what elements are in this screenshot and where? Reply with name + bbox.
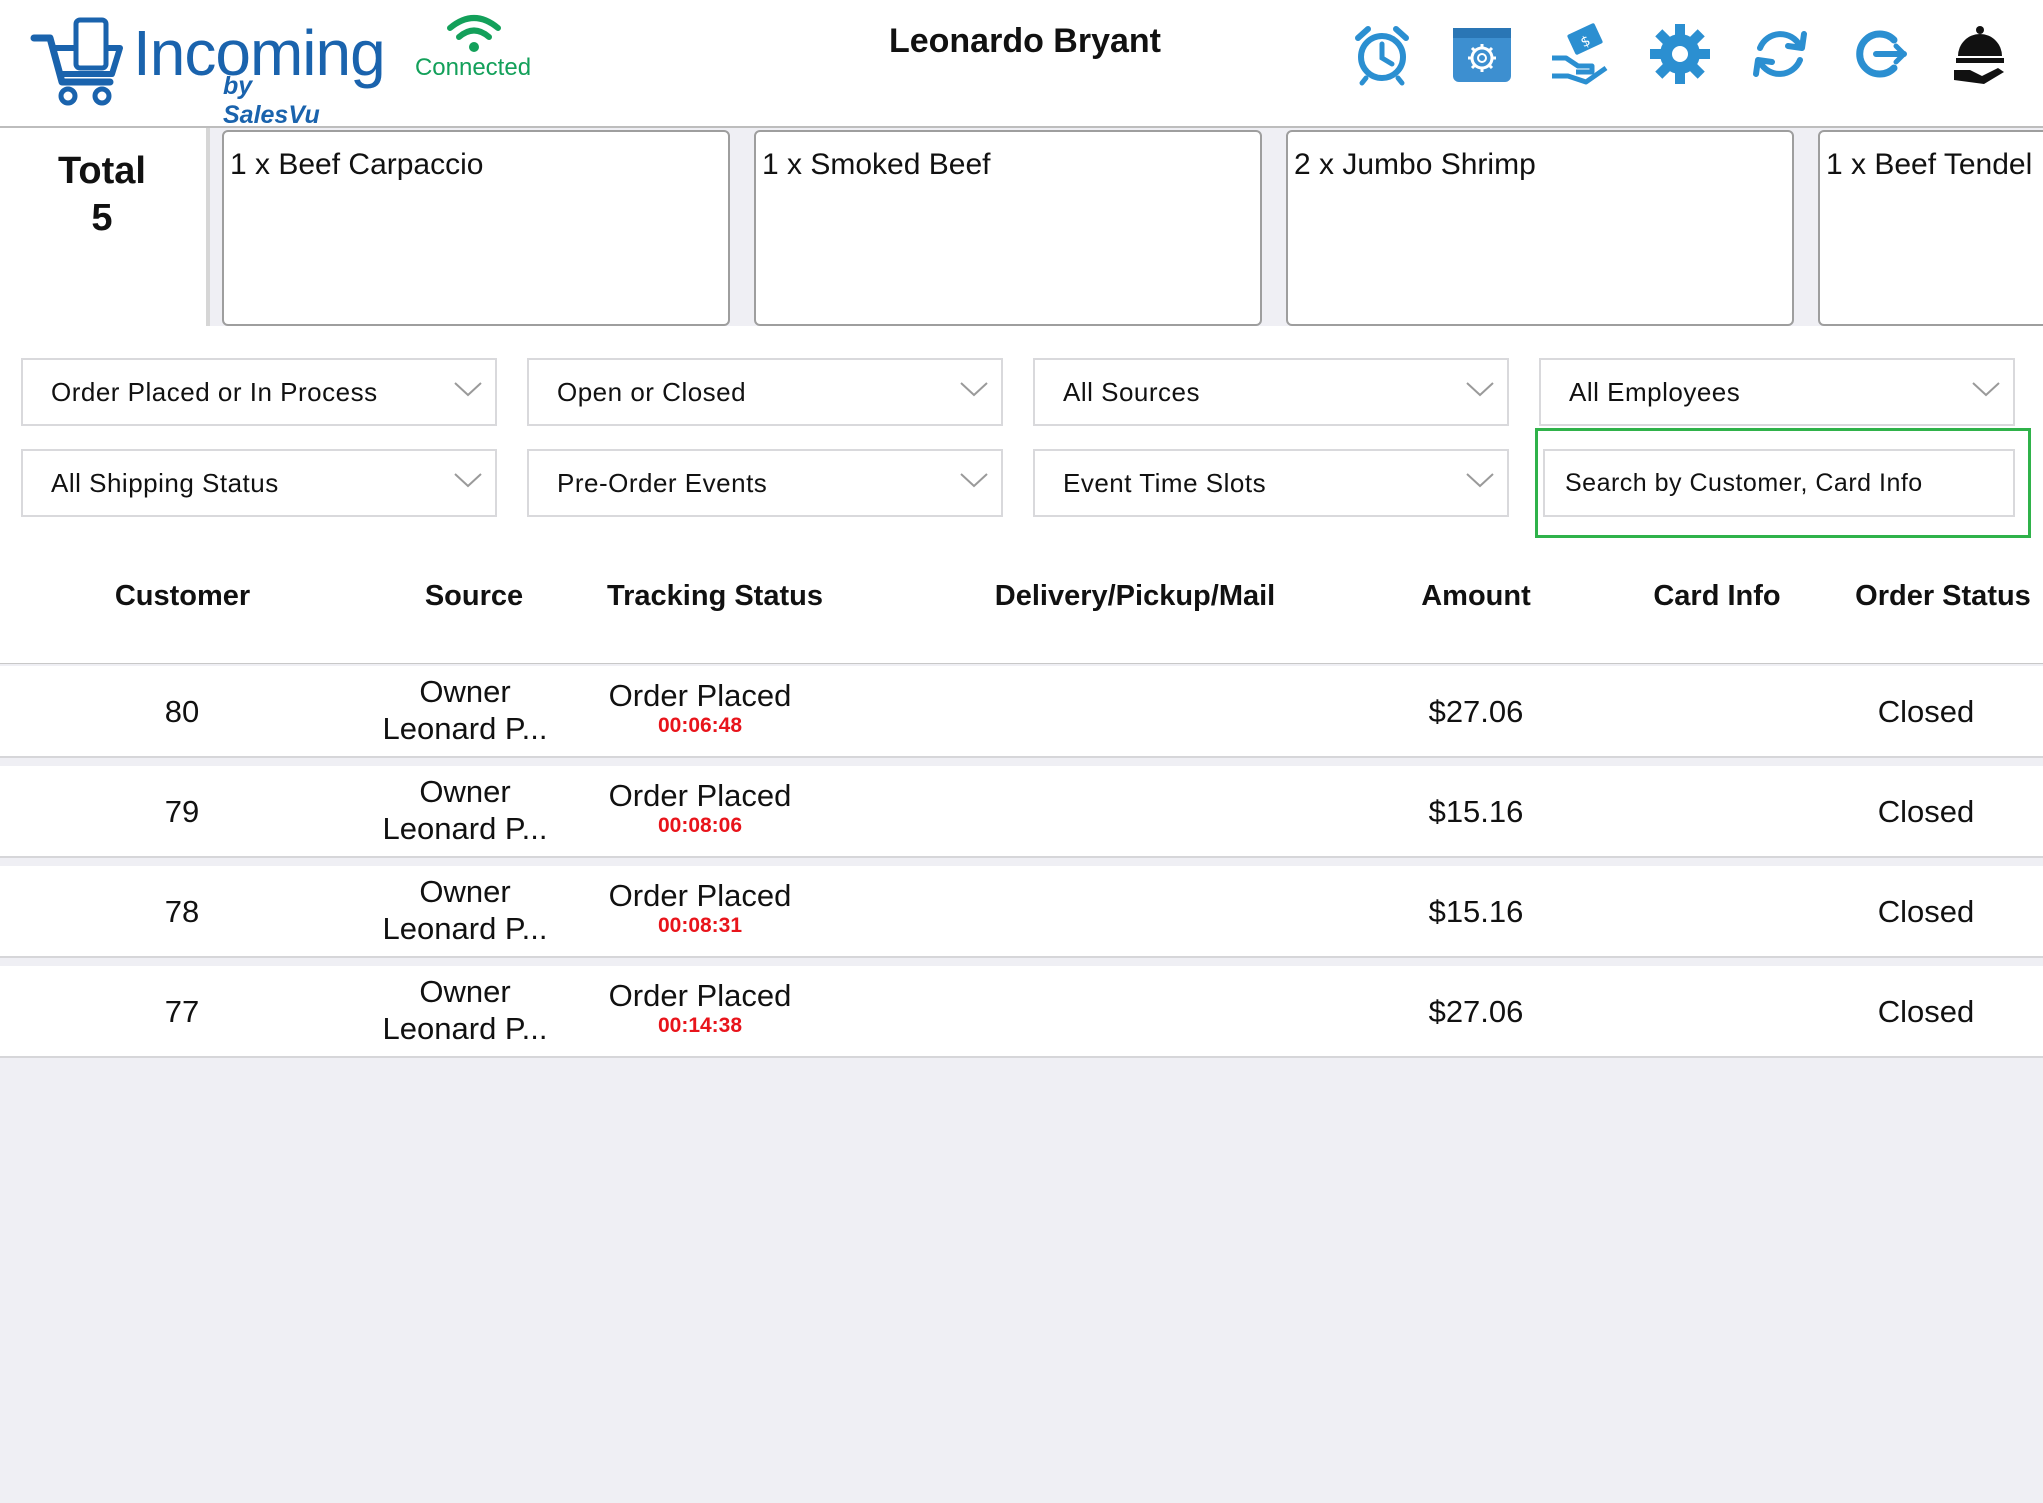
tracking-status: Order Placed [608, 778, 792, 813]
column-header-tracking-status[interactable]: Tracking Status [590, 580, 840, 613]
order-status-cell: Closed [1877, 994, 1975, 1029]
order-status-filter[interactable]: Order Placed or In Process [21, 358, 497, 426]
chevron-down-icon [960, 473, 988, 488]
source-cell: Owner Leonard P... [355, 773, 575, 847]
source-cell: Owner Leonard P... [355, 673, 575, 747]
pre-order-events-filter[interactable]: Pre-Order Events [527, 449, 1003, 517]
column-header-source[interactable]: Source [374, 580, 574, 613]
total-panel: Total 5 [0, 128, 210, 326]
customer-cell: 79 [164, 794, 200, 829]
source-cell: Owner Leonard P... [355, 873, 575, 947]
table-row[interactable]: 78 Owner Leonard P... Order Placed 00:08… [0, 866, 2043, 958]
chevron-down-icon [454, 473, 482, 488]
order-summary-strip: Total 5 1 x Beef Carpaccio 1 x Smoked Be… [0, 0, 2043, 340]
total-count: 5 [91, 197, 113, 239]
table-row[interactable]: 77 Owner Leonard P... Order Placed 00:14… [0, 966, 2043, 1058]
order-timer: 00:08:06 [657, 814, 743, 837]
tracking-status: Order Placed [608, 878, 792, 913]
ticket-item-text: 1 x Beef Tendel [1826, 148, 2033, 181]
source-employee: Leonard P... [382, 711, 548, 746]
search-input[interactable] [1543, 449, 2015, 517]
tracking-status: Order Placed [608, 978, 792, 1013]
amount-cell: $15.16 [1428, 794, 1524, 829]
source-role: Owner [419, 774, 511, 809]
source-cell: Owner Leonard P... [355, 973, 575, 1047]
employees-filter[interactable]: All Employees [1539, 358, 2015, 426]
chevron-down-icon [1972, 382, 2000, 397]
amount-cell: $27.06 [1428, 994, 1524, 1029]
item-ticket[interactable]: 1 x Beef Tendel [1818, 130, 2043, 326]
customer-cell: 80 [164, 694, 200, 729]
ticket-item-text: 1 x Beef Carpaccio [230, 148, 484, 181]
column-header-order-status[interactable]: Order Status [1843, 580, 2043, 613]
column-header-amount[interactable]: Amount [1376, 580, 1576, 613]
customer-cell: 77 [164, 994, 200, 1029]
item-ticket[interactable]: 2 x Jumbo Shrimp [1286, 130, 1794, 326]
chevron-down-icon [1466, 473, 1494, 488]
source-employee: Leonard P... [382, 1011, 548, 1046]
chevron-down-icon [1466, 382, 1494, 397]
table-row[interactable]: 80 Owner Leonard P... Order Placed 00:06… [0, 666, 2043, 758]
item-ticket[interactable]: 1 x Beef Carpaccio [222, 130, 730, 326]
total-label: Total [58, 150, 146, 192]
chevron-down-icon [454, 382, 482, 397]
item-ticket[interactable]: 1 x Smoked Beef [754, 130, 1262, 326]
shipping-status-filter[interactable]: All Shipping Status [21, 449, 497, 517]
open-closed-filter[interactable]: Open or Closed [527, 358, 1003, 426]
ticket-item-text: 1 x Smoked Beef [762, 148, 991, 181]
dropdown-label: Open or Closed [557, 377, 747, 407]
source-employee: Leonard P... [382, 911, 548, 946]
ticket-item-text: 2 x Jumbo Shrimp [1294, 148, 1536, 181]
dropdown-label: Pre-Order Events [557, 468, 768, 498]
tracking-status-cell: Order Placed 00:08:06 [580, 778, 820, 838]
tracking-status: Order Placed [608, 678, 792, 713]
source-role: Owner [419, 974, 511, 1009]
dropdown-label: Event Time Slots [1063, 468, 1267, 498]
source-role: Owner [419, 674, 511, 709]
amount-cell: $15.16 [1428, 894, 1524, 929]
dropdown-label: All Sources [1063, 377, 1200, 407]
order-status-cell: Closed [1877, 894, 1975, 929]
order-timer: 00:14:38 [657, 1014, 743, 1037]
source-role: Owner [419, 874, 511, 909]
customer-cell: 78 [164, 894, 200, 929]
sources-filter[interactable]: All Sources [1033, 358, 1509, 426]
order-timer: 00:08:31 [657, 914, 743, 937]
order-timer: 00:06:48 [657, 714, 743, 737]
dropdown-label: Order Placed or In Process [51, 377, 378, 407]
tracking-status-cell: Order Placed 00:08:31 [580, 878, 820, 938]
tracking-status-cell: Order Placed 00:14:38 [580, 978, 820, 1038]
order-status-cell: Closed [1877, 694, 1975, 729]
chevron-down-icon [960, 382, 988, 397]
tracking-status-cell: Order Placed 00:06:48 [580, 678, 820, 738]
amount-cell: $27.06 [1428, 694, 1524, 729]
dropdown-label: All Employees [1569, 377, 1741, 407]
source-employee: Leonard P... [382, 811, 548, 846]
event-time-slots-filter[interactable]: Event Time Slots [1033, 449, 1509, 517]
dropdown-label: All Shipping Status [51, 468, 279, 498]
column-header-card-info[interactable]: Card Info [1617, 580, 1817, 613]
column-header-delivery[interactable]: Delivery/Pickup/Mail [960, 580, 1310, 613]
order-status-cell: Closed [1877, 794, 1975, 829]
column-header-customer[interactable]: Customer [80, 580, 285, 613]
table-row[interactable]: 79 Owner Leonard P... Order Placed 00:08… [0, 766, 2043, 858]
